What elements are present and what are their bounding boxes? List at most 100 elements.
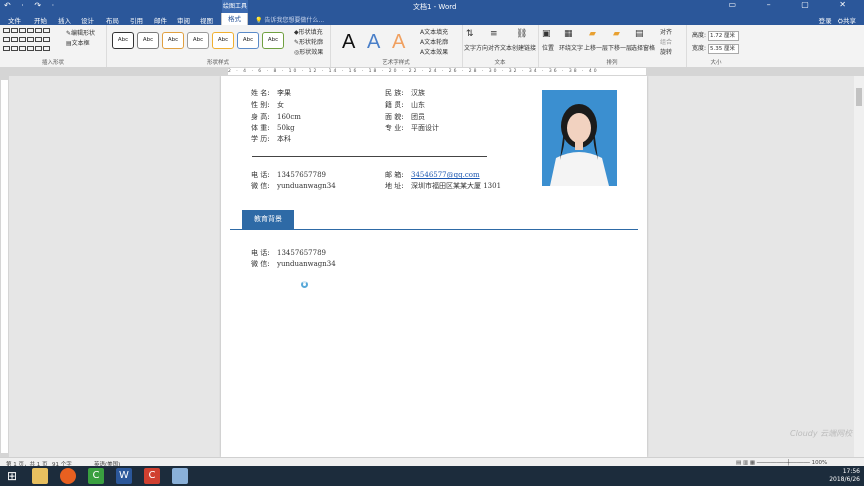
field-political-status[interactable]: 面 貌: 团员 [385, 112, 425, 122]
group-size: 高度: 1.72 厘米 宽度: 5.35 厘米 大小 [686, 25, 746, 67]
field-weight[interactable]: 体 重: 50kg [251, 123, 295, 133]
camtasia-icon[interactable]: C [88, 468, 104, 484]
shape-style-7[interactable]: Abc [262, 32, 284, 49]
section-field-phone[interactable]: 电 话: 13457657789 [251, 248, 326, 258]
word-icon[interactable]: W [116, 468, 132, 484]
field-address[interactable]: 地 址: 深圳市福田区某某大厦 1301 [385, 181, 501, 191]
tab-home[interactable]: 开始 [34, 15, 47, 25]
bring-forward-icon: ▰ [589, 29, 596, 39]
wrap-text-icon: ▦ [564, 29, 573, 39]
shape-style-3[interactable]: Abc [162, 32, 184, 49]
field-education[interactable]: 学 历: 本科 [251, 134, 291, 144]
system-tray[interactable]: 17:56 2018/6/26 [829, 468, 860, 484]
tab-view[interactable]: 视图 [200, 15, 213, 25]
shape-effect-button[interactable]: ◎形状效果 [294, 47, 323, 56]
quick-access-toolbar[interactable]: ↶ · ↷ · [4, 1, 58, 10]
field-height[interactable]: 身 高: 160cm [251, 112, 301, 122]
position-icon: ▣ [542, 29, 551, 39]
align-button[interactable]: 对齐 [660, 27, 672, 36]
document-area: 姓 名: 李果 性 别: 女 身 高: 160cm 体 重: 50kg 学 历: 本科 民… [9, 76, 854, 457]
field-hometown[interactable]: 籍 贯: 山东 [385, 100, 425, 110]
vertical-scrollbar[interactable] [854, 76, 864, 457]
shape-fill-button[interactable]: ◆形状填充 [294, 27, 323, 36]
selection-pane-icon: ▤ [635, 29, 644, 39]
tab-design[interactable]: 设计 [81, 15, 94, 25]
text-direction-button[interactable]: 文字方向 [464, 43, 488, 52]
tab-layout[interactable]: 布局 [106, 15, 119, 25]
context-tab-drawing-tools: 绘图工具 [222, 0, 248, 13]
text-outline-button[interactable]: A文本轮廓 [420, 37, 448, 46]
field-gender[interactable]: 性 别: 女 [251, 100, 284, 110]
lightbulb-icon: 💡 [255, 17, 263, 24]
shape-style-1[interactable]: Abc [112, 32, 134, 49]
shape-style-5[interactable]: Abc [212, 32, 234, 49]
width-field: 宽度: 5.35 厘米 [692, 43, 739, 54]
tab-file[interactable]: 文件 [8, 15, 21, 25]
field-name[interactable]: 姓 名: 李果 [251, 88, 291, 98]
windows-taskbar: ⊞ C W C 17:56 2018/6/26 [0, 466, 864, 486]
tab-review[interactable]: 审阅 [177, 15, 190, 25]
vertical-ruler[interactable] [0, 76, 9, 457]
bring-forward-button[interactable]: 上移一层 [584, 43, 608, 52]
section-field-wechat[interactable]: 微 信: yunduanwagn34 [251, 259, 336, 269]
text-box-button[interactable]: ▤文本框 [66, 38, 90, 47]
field-wechat[interactable]: 微 信: yunduanwagn34 [251, 181, 336, 191]
tab-insert[interactable]: 插入 [58, 15, 71, 25]
create-link-button[interactable]: 创建链接 [512, 43, 536, 52]
wordart-style-2[interactable]: A [367, 31, 380, 54]
field-ethnicity[interactable]: 民 族: 汉族 [385, 88, 425, 98]
width-input[interactable]: 5.35 厘米 [707, 43, 739, 54]
wordart-style-1[interactable]: A [342, 31, 355, 54]
windows-start-icon[interactable]: ⊞ [4, 468, 20, 484]
share-button[interactable]: 共享 [843, 17, 856, 25]
group-insert-shapes: ✎编辑形状 ▤文本框 插入形状 [0, 25, 107, 67]
clock-time: 17:56 [842, 468, 860, 475]
group-label-insert-shapes: 插入形状 [41, 60, 64, 66]
email-link[interactable]: 34546577@qq.com [411, 171, 480, 179]
login-link[interactable]: 登录 [819, 17, 832, 25]
shape-style-2[interactable]: Abc [137, 32, 159, 49]
tab-format[interactable]: 格式 [221, 13, 248, 25]
field-email[interactable]: 邮 箱: 34546577@qq.com [385, 170, 480, 180]
field-phone[interactable]: 电 话: 13457657789 [251, 170, 326, 180]
section-badge-education[interactable]: 教育背景 [242, 210, 294, 229]
field-major[interactable]: 专 业: 平面设计 [385, 123, 439, 133]
text-fill-button[interactable]: A文本填充 [420, 27, 448, 36]
text-effect-button[interactable]: A文本效果 [420, 47, 448, 56]
edit-shape-button[interactable]: ✎编辑形状 [66, 28, 95, 37]
document-page[interactable]: 姓 名: 李果 性 别: 女 身 高: 160cm 体 重: 50kg 学 历: 本科 民… [221, 76, 647, 457]
browser-icon[interactable] [60, 468, 76, 484]
rotate-button[interactable]: 旋转 [660, 47, 672, 56]
group-label-arrange: 排列 [606, 60, 618, 66]
ribbon: ✎编辑形状 ▤文本框 插入形状 Abc Abc Abc Abc Abc Abc … [0, 25, 864, 68]
horizontal-ruler[interactable]: 2 · 4 · 6 · 8 · 10 · 12 · 14 · 16 · 18 ·… [0, 67, 864, 76]
file-explorer-icon[interactable] [32, 468, 48, 484]
align-text-icon: ≡ [490, 29, 498, 39]
app-icon[interactable] [172, 468, 188, 484]
send-backward-button[interactable]: 下移一层 [608, 43, 632, 52]
window-title: 文档1 - Word [413, 3, 457, 11]
group-label-size: 大小 [710, 60, 722, 66]
align-text-button[interactable]: 对齐文本 [488, 43, 512, 52]
shape-gallery[interactable] [3, 28, 57, 54]
shape-style-4[interactable]: Abc [187, 32, 209, 49]
group-text: ⇅ 文字方向 ≡ 对齐文本 ⛓ 创建链接 文本 [462, 25, 539, 67]
window-controls[interactable]: ▭ – ▢ ✕ [729, 0, 860, 9]
wrap-text-button[interactable]: 环绕文字 [559, 43, 583, 52]
divider-line [252, 156, 487, 157]
tab-mailings[interactable]: 邮件 [154, 15, 167, 25]
selection-pane-button[interactable]: 选择窗格 [631, 43, 655, 52]
tab-references[interactable]: 引用 [130, 15, 143, 25]
scrollbar-thumb[interactable] [856, 88, 862, 106]
height-field: 高度: 1.72 厘米 [692, 30, 739, 41]
shape-style-6[interactable]: Abc [237, 32, 259, 49]
wordart-style-3[interactable]: A [392, 31, 405, 54]
profile-photo[interactable] [542, 90, 617, 186]
tell-me-search[interactable]: 💡 告诉我您想要做什么... [255, 15, 324, 24]
group-button[interactable]: 组合 [660, 37, 672, 46]
group-arrange: ▣ 位置 ▦ 环绕文字 ▰ 上移一层 ▰ 下移一层 ▤ 选择窗格 对齐 组合 旋… [538, 25, 687, 67]
position-button[interactable]: 位置 [542, 43, 554, 52]
height-input[interactable]: 1.72 厘米 [707, 30, 739, 41]
recorder-icon[interactable]: C [144, 468, 160, 484]
shape-outline-button[interactable]: ✎形状轮廓 [294, 37, 323, 46]
